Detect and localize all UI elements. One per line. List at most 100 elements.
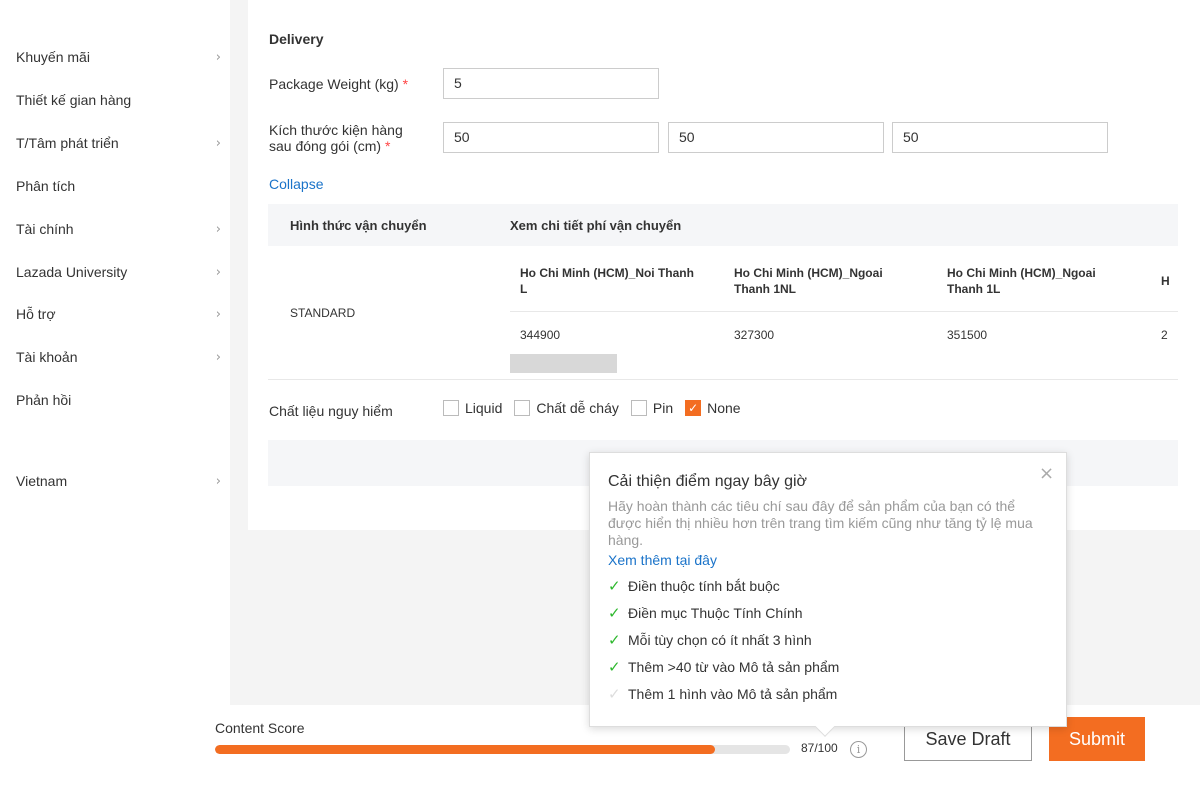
- required-mark: *: [384, 138, 391, 154]
- check-icon: ✓: [608, 685, 621, 703]
- checkmark-icon: ✓: [688, 401, 699, 415]
- country-selector[interactable]: Vietnam ›: [16, 473, 221, 489]
- content-score-value: 87/100: [801, 741, 838, 755]
- criteria-label: Thêm 1 hình vào Mô tả sản phẩm: [628, 686, 838, 702]
- sidebar-item-feedback[interactable]: Phản hồi: [16, 392, 221, 408]
- zone-fee: 327300: [734, 328, 775, 342]
- zone-name: Ho Chi Minh (HCM)_Ngoai Thanh 1L: [947, 265, 1147, 297]
- zone-name: H: [1161, 274, 1170, 288]
- zone-name: Ho Chi Minh (HCM)_Noi Thanh L: [520, 265, 720, 297]
- height-input[interactable]: 50: [892, 122, 1108, 153]
- close-icon[interactable]: ×: [1039, 465, 1054, 483]
- popover-description: Hãy hoàn thành các tiêu chí sau đây để s…: [608, 498, 1033, 548]
- sidebar-item-label: Khuyến mãi: [16, 49, 90, 65]
- collapse-link[interactable]: Collapse: [269, 176, 323, 192]
- shipping-table-header: Hình thức vận chuyển Xem chi tiết phí vậ…: [268, 204, 1178, 246]
- hazard-options: Liquid Chất dễ cháy Pin ✓ None: [443, 400, 753, 416]
- header-fee: Xem chi tiết phí vận chuyển: [510, 218, 682, 233]
- sidebar-item-label: Hỗ trợ: [16, 306, 56, 322]
- zone-name-line1: Ho Chi Minh (HCM)_Ngoai: [734, 266, 883, 280]
- chevron-right-icon: ›: [215, 221, 221, 237]
- option-label: Pin: [652, 400, 674, 416]
- sidebar-item-label: T/Tâm phát triển: [16, 135, 119, 151]
- check-icon: ✓: [608, 658, 621, 676]
- sidebar-item-label: Tài chính: [16, 221, 74, 237]
- option-label: Chất dễ cháy: [536, 400, 619, 416]
- length-input[interactable]: 50: [443, 122, 659, 153]
- sidebar-item-label: Phản hồi: [16, 392, 72, 408]
- criteria-item: ✓ Thêm >40 từ vào Mô tả sản phẩm: [608, 658, 839, 676]
- width-input[interactable]: 50: [668, 122, 884, 153]
- sidebar-item-growth-center[interactable]: T/Tâm phát triển ›: [16, 135, 221, 151]
- zone-name: Ho Chi Minh (HCM)_Ngoai Thanh 1NL: [734, 265, 934, 297]
- zone-name-line1: Ho Chi Minh (HCM)_Ngoai: [947, 266, 1096, 280]
- dimensions-label-line1: Kích thước kiện hàng: [269, 122, 403, 138]
- criteria-label: Thêm >40 từ vào Mô tả sản phẩm: [628, 659, 840, 675]
- shipping-method: STANDARD: [290, 306, 356, 320]
- chevron-right-icon: ›: [215, 49, 221, 65]
- zone-fee: 351500: [947, 328, 988, 342]
- dimensions-label-text: sau đóng gói (cm): [269, 138, 382, 154]
- horizontal-scrollbar[interactable]: [510, 354, 617, 373]
- content-score-progress: [215, 745, 790, 754]
- liquid-checkbox[interactable]: [443, 400, 459, 416]
- info-icon[interactable]: i: [850, 741, 867, 758]
- zone-name-line2: Thanh 1NL: [734, 282, 796, 296]
- criteria-item: ✓ Mỗi tùy chọn có ít nhất 3 hình: [608, 631, 812, 649]
- check-icon: ✓: [608, 577, 621, 595]
- content-score-fill: [215, 745, 716, 754]
- sidebar-item-label: Thiết kế gian hàng: [16, 92, 132, 108]
- chevron-right-icon: ›: [215, 264, 221, 280]
- dimensions-label-line2: sau đóng gói (cm) *: [269, 138, 403, 154]
- sidebar-item-analytics[interactable]: Phân tích: [16, 178, 221, 194]
- zone-fee: 2: [1161, 328, 1168, 342]
- flammable-checkbox[interactable]: [514, 400, 531, 416]
- criteria-label: Mỗi tùy chọn có ít nhất 3 hình: [628, 632, 812, 648]
- check-icon: ✓: [608, 604, 621, 622]
- zone-name-line2: L: [520, 282, 528, 296]
- hazard-label: Chất liệu nguy hiểm: [269, 403, 393, 419]
- sidebar-item-promotions[interactable]: Khuyến mãi ›: [16, 49, 221, 65]
- section-title: Delivery: [269, 31, 324, 47]
- sidebar: Khuyến mãi › Thiết kế gian hàng T/Tâm ph…: [0, 0, 230, 705]
- country-label: Vietnam: [16, 473, 68, 489]
- criteria-item: ✓ Thêm 1 hình vào Mô tả sản phẩm: [608, 685, 837, 703]
- sidebar-item-support[interactable]: Hỗ trợ ›: [16, 306, 221, 322]
- criteria-label: Điền mục Thuộc Tính Chính: [628, 605, 803, 621]
- weight-label-text: Package Weight (kg): [269, 76, 399, 92]
- delivery-card: Delivery Package Weight (kg) * 5 Kích th…: [248, 0, 1200, 530]
- score-tips-popover: × Cải thiện điểm ngay bây giờ Hãy hoàn t…: [589, 452, 1067, 737]
- criteria-label: Điền thuộc tính bắt buộc: [628, 578, 780, 594]
- zone-fee: 344900: [520, 328, 561, 342]
- header-method: Hình thức vận chuyển: [290, 218, 427, 233]
- criteria-item: ✓ Điền mục Thuộc Tính Chính: [608, 604, 803, 622]
- sidebar-item-account[interactable]: Tài khoản ›: [16, 349, 221, 365]
- weight-label: Package Weight (kg) *: [269, 76, 408, 92]
- popover-title: Cải thiện điểm ngay bây giờ: [608, 473, 808, 490]
- battery-checkbox[interactable]: [630, 400, 647, 416]
- check-icon: ✓: [608, 631, 621, 649]
- none-checkbox[interactable]: ✓: [685, 400, 702, 416]
- sidebar-item-finance[interactable]: Tài chính ›: [16, 221, 221, 237]
- sidebar-item-label: Tài khoản: [16, 349, 78, 365]
- zone-name-line2: Thanh 1L: [947, 282, 1001, 296]
- option-label: None: [707, 400, 741, 416]
- sidebar-item-label: Lazada University: [16, 264, 128, 280]
- option-label: Liquid: [465, 400, 503, 416]
- row-divider: [510, 311, 1178, 312]
- shipping-table-body: STANDARD Ho Chi Minh (HCM)_Noi Thanh L H…: [268, 246, 1178, 380]
- criteria-item: ✓ Điền thuộc tính bắt buộc: [608, 577, 780, 595]
- learn-more-link[interactable]: Xem thêm tại đây: [608, 552, 717, 568]
- dimensions-label: Kích thước kiện hàng sau đóng gói (cm) *: [269, 122, 403, 154]
- zone-name-line1: Ho Chi Minh (HCM)_Noi Thanh: [520, 266, 694, 280]
- chevron-right-icon: ›: [215, 135, 221, 151]
- sidebar-item-store-design[interactable]: Thiết kế gian hàng: [16, 92, 221, 108]
- required-mark: *: [402, 76, 409, 92]
- content-score-label: Content Score: [215, 720, 305, 736]
- sidebar-item-label: Phân tích: [16, 178, 76, 194]
- weight-input[interactable]: 5: [443, 68, 659, 99]
- chevron-right-icon: ›: [215, 473, 221, 489]
- sidebar-item-lazada-university[interactable]: Lazada University ›: [16, 264, 221, 280]
- chevron-right-icon: ›: [215, 349, 221, 365]
- chevron-right-icon: ›: [215, 306, 221, 322]
